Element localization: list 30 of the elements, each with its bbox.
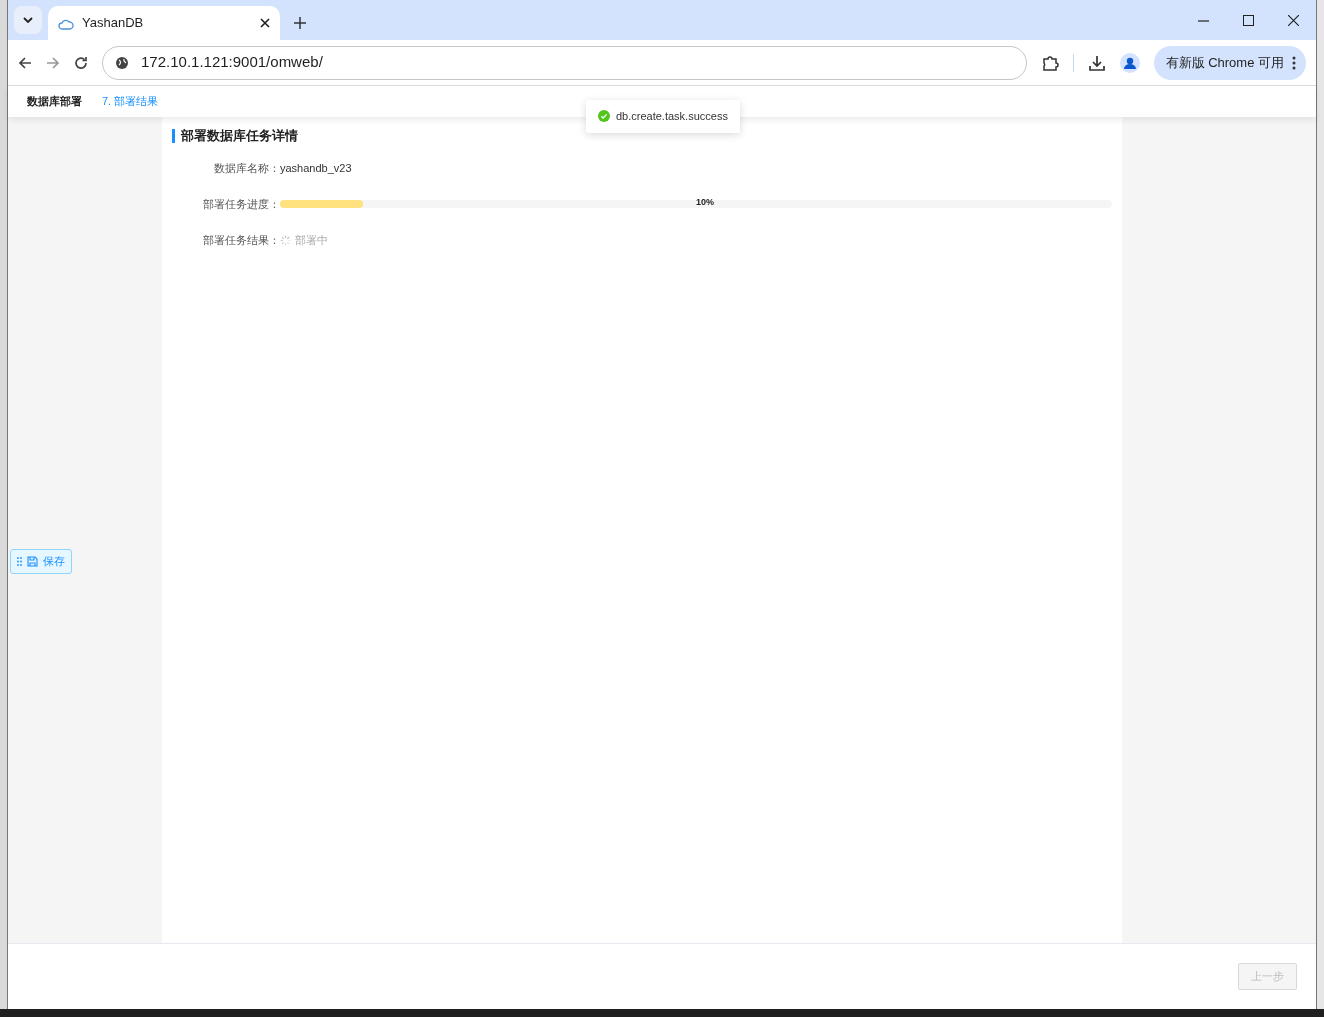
avatar-icon[interactable] [1119, 52, 1140, 73]
back-icon[interactable] [18, 55, 32, 70]
field-label: 部署任务结果： [202, 232, 280, 248]
success-icon [598, 110, 610, 123]
url-text: 172.10.1.121:9001/omweb/ [141, 52, 323, 73]
browser-tab[interactable]: YashanDB [48, 6, 280, 40]
download-icon[interactable] [1087, 53, 1106, 72]
field-label: 数据库名称： [213, 160, 280, 176]
reload-icon[interactable] [74, 55, 88, 70]
tab-title: YashanDB [82, 14, 145, 33]
more-icon [1292, 55, 1296, 70]
update-button[interactable]: 有新版 Chrome 可用 [1153, 45, 1306, 80]
save-icon [27, 555, 38, 567]
field-value: yashandb_v23 [280, 160, 352, 176]
progress-reading: 10% [696, 196, 714, 209]
close-icon[interactable] [1288, 14, 1299, 26]
globe-icon [115, 55, 129, 70]
forward-icon[interactable] [46, 55, 60, 70]
toast-message: db.create.task.success [616, 109, 728, 124]
puzzle-icon[interactable] [1040, 53, 1059, 72]
caret-icon [23, 17, 33, 23]
drag-handle-icon [17, 556, 22, 566]
plus-icon[interactable] [294, 17, 306, 29]
close-icon[interactable] [260, 18, 270, 28]
section-title: 部署数据库任务详情 [172, 129, 1112, 143]
status-text: 部署中 [295, 232, 328, 248]
tab-search-button[interactable] [14, 6, 42, 34]
breadcrumb-item[interactable]: 数据库部署 [27, 93, 82, 110]
maximize-icon[interactable] [1243, 14, 1254, 26]
field-label: 部署任务进度： [202, 196, 280, 212]
